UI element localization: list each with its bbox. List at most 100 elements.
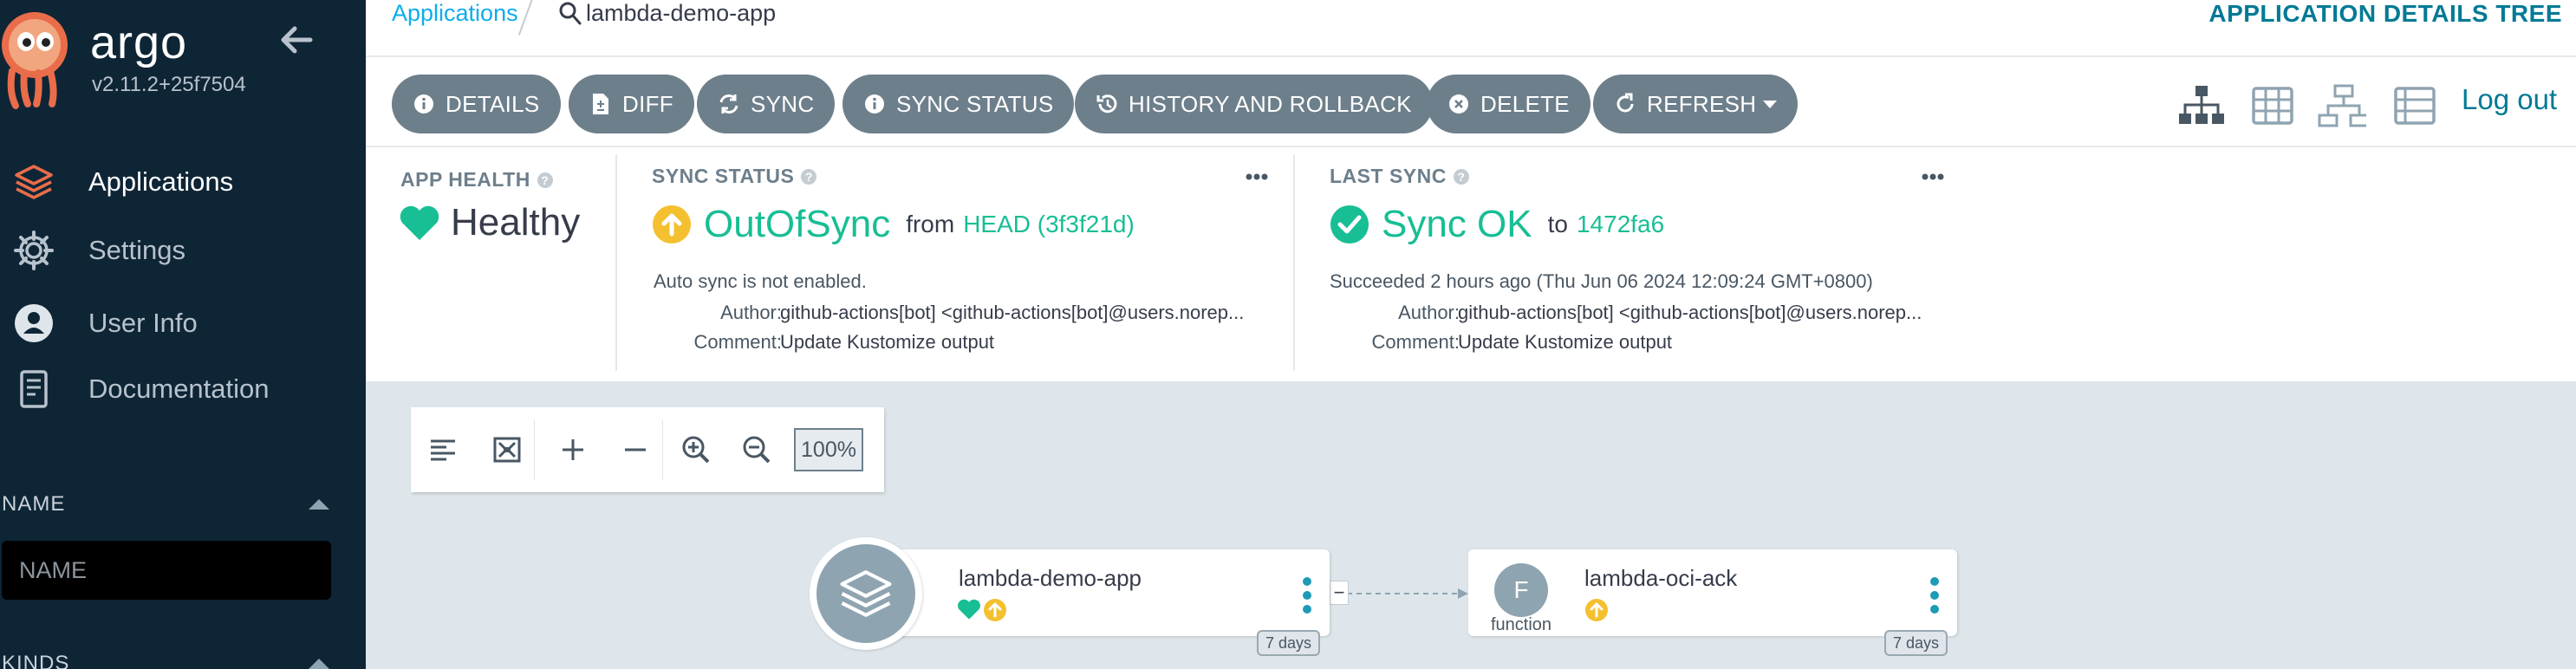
sidebar-item-documentation[interactable]: Documentation <box>0 359 366 419</box>
author-label: Author: <box>1398 302 1460 323</box>
layers-icon <box>816 544 915 643</box>
button-label: DETAILS <box>446 90 540 117</box>
function-node[interactable]: F function lambda-oci-ack <box>1468 549 1957 636</box>
last-sync-revision-link[interactable]: 1472fa6 <box>1577 211 1664 238</box>
app-node[interactable]: lambda-demo-app <box>867 549 1330 636</box>
help-icon[interactable]: ? <box>801 168 817 185</box>
sync-status-button[interactable]: SYNC STATUS <box>842 75 1075 133</box>
breadcrumb-applications[interactable]: Applications <box>392 0 518 27</box>
out-of-sync-icon <box>1585 599 1608 621</box>
graph-toolbar: 100% <box>411 407 884 492</box>
refresh-button[interactable]: REFRESH <box>1593 75 1799 133</box>
sync-from-label: from <box>906 211 955 237</box>
panel-title-text: APP HEALTH <box>400 168 530 191</box>
name-filter-input[interactable] <box>2 541 331 600</box>
collapse-node-button[interactable]: − <box>1330 581 1349 605</box>
panel-title-text: LAST SYNC <box>1330 165 1447 187</box>
align-left-icon[interactable] <box>423 430 463 470</box>
close-circle-icon <box>1447 93 1470 115</box>
history-icon <box>1096 93 1118 115</box>
app-node-icon-ring <box>810 537 922 650</box>
collapse-caret-icon[interactable] <box>309 659 329 669</box>
fit-to-screen-icon[interactable] <box>487 430 527 470</box>
more-options-icon[interactable] <box>1239 166 1274 187</box>
graph-edge <box>1347 588 1468 599</box>
comment-label: Comment: <box>693 331 782 353</box>
button-label: DIFF <box>622 90 673 117</box>
sync-comment-value: Update Kustomize output <box>780 331 995 353</box>
function-kind-icon: F <box>1494 563 1548 617</box>
tree-view-icon[interactable] <box>2177 81 2226 130</box>
refresh-icon <box>1614 93 1636 115</box>
out-of-sync-icon <box>984 599 1006 621</box>
sidebar-item-label: Settings <box>88 235 186 265</box>
check-circle-icon <box>1330 205 1369 244</box>
node-menu-icon[interactable] <box>1298 577 1316 615</box>
heart-icon <box>958 599 980 620</box>
breadcrumb-separator <box>517 0 535 36</box>
sync-author-value: github-actions[bot] <github-actions[bot]… <box>780 302 1245 323</box>
collapse-sidebar-button[interactable] <box>276 21 319 59</box>
delete-button[interactable]: DELETE <box>1427 75 1590 133</box>
chevron-down-icon <box>1763 100 1778 108</box>
node-kind-label: function <box>1490 615 1552 634</box>
last-sync-value: Sync OK to 1472fa6 <box>1330 203 1664 246</box>
app-health-status: Healthy <box>399 201 580 244</box>
comment-label: Comment: <box>1371 331 1460 353</box>
pods-grid-icon[interactable] <box>2248 81 2297 130</box>
panel-title-text: SYNC STATUS <box>652 165 795 187</box>
node-title: lambda-oci-ack <box>1584 565 1738 591</box>
toolbar: DETAILS DIFF SYNC SYNC STATUS HISTORY AN… <box>366 57 2576 147</box>
diff-button[interactable]: DIFF <box>569 75 694 133</box>
kinds-filter-label: KINDS <box>2 652 70 669</box>
node-menu-icon[interactable] <box>1926 577 1943 615</box>
user-icon <box>12 302 55 345</box>
button-label: SYNC STATUS <box>896 90 1054 117</box>
details-button[interactable]: DETAILS <box>392 75 561 133</box>
zoom-out-icon[interactable] <box>737 430 777 470</box>
out-of-sync-icon <box>653 205 691 244</box>
search-icon[interactable] <box>558 0 584 26</box>
more-options-icon[interactable] <box>1916 166 1950 187</box>
zoom-level: 100% <box>794 428 863 471</box>
breadcrumb-current-app: lambda-demo-app <box>586 0 777 26</box>
list-view-icon[interactable] <box>2391 81 2439 130</box>
sidebar-item-applications[interactable]: Applications <box>0 152 366 212</box>
health-value: Healthy <box>451 201 581 244</box>
help-icon[interactable]: ? <box>537 172 553 188</box>
sync-button[interactable]: SYNC <box>697 75 836 133</box>
name-filter-label: NAME <box>2 492 66 516</box>
info-icon <box>863 93 886 115</box>
sidebar: argo v2.11.2+25f7504 Applications Settin… <box>0 0 366 669</box>
sidebar-item-user-info[interactable]: User Info <box>0 293 366 354</box>
gear-icon <box>12 229 55 272</box>
auto-sync-text: Auto sync is not enabled. <box>654 270 867 292</box>
divider <box>615 154 617 371</box>
app-health-title: APP HEALTH? <box>400 168 553 192</box>
sidebar-item-label: User Info <box>88 308 198 338</box>
help-icon[interactable]: ? <box>1453 168 1469 185</box>
collapse-caret-icon[interactable] <box>309 499 329 510</box>
history-and-rollback-button[interactable]: HISTORY AND ROLLBACK <box>1075 75 1433 133</box>
author-label: Author: <box>720 302 782 323</box>
argo-logo <box>0 0 73 113</box>
button-label: SYNC <box>751 90 815 117</box>
arrow-left-icon <box>281 26 313 54</box>
page-title: APPLICATION DETAILS TREE <box>2208 0 2562 27</box>
status-panel: APP HEALTH? Healthy SYNC STATUS? OutOfSy… <box>366 147 2576 381</box>
file-diff-icon <box>589 93 612 115</box>
divider <box>534 419 535 480</box>
collapse-all-icon[interactable] <box>615 430 655 470</box>
button-label: REFRESH <box>1647 90 1757 117</box>
network-view-icon[interactable] <box>2318 81 2366 130</box>
zoom-in-icon[interactable] <box>676 430 716 470</box>
last-sync-comment-value: Update Kustomize output <box>1458 331 1673 353</box>
expand-all-icon[interactable] <box>553 430 593 470</box>
sync-status-title: SYNC STATUS? <box>652 165 817 188</box>
sync-revision-link[interactable]: HEAD (3f3f21d) <box>963 211 1135 238</box>
last-sync-to-label: to <box>1547 211 1568 237</box>
sidebar-item-settings[interactable]: Settings <box>0 220 366 281</box>
node-age-badge: 7 days <box>1257 630 1321 656</box>
logout-link[interactable]: Log out <box>2462 83 2557 116</box>
heart-icon <box>400 205 439 240</box>
